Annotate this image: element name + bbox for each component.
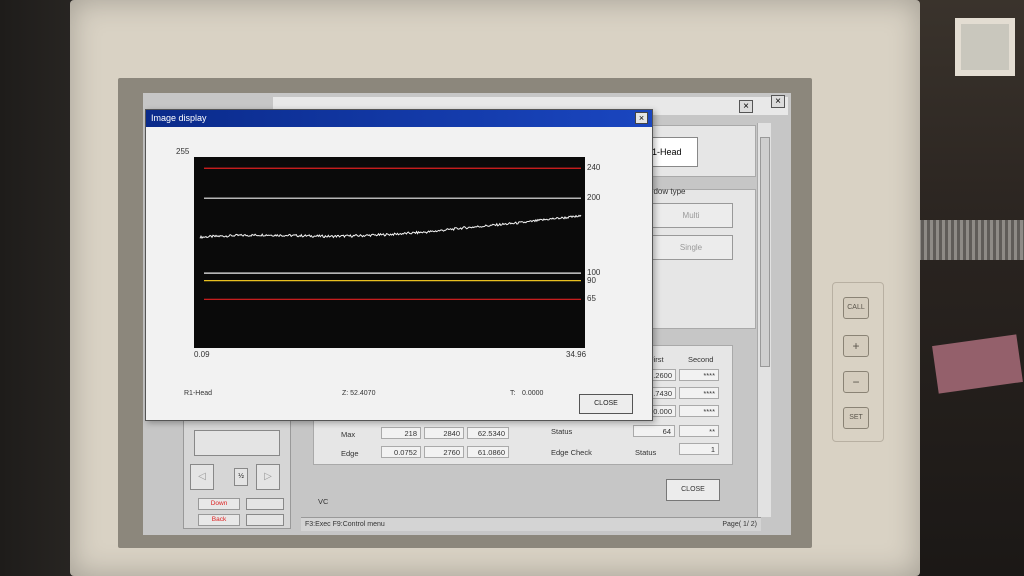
- intensity-plot: [194, 157, 585, 348]
- col-second-header: Second: [688, 355, 714, 364]
- x-min-label: 0.09: [194, 350, 210, 359]
- page-indicator: Page( 1/ 2): [722, 521, 757, 528]
- max-label: Max: [341, 430, 356, 439]
- left-control-panel: ◁ ½ ▷ Down Back: [183, 419, 291, 529]
- t-label: T:: [510, 390, 516, 397]
- prev-arrow-icon[interactable]: ◁: [190, 464, 214, 490]
- image-display-dialog: Image display × 255 0 0.09 34.96 240 200 1…: [145, 109, 653, 421]
- signal-series-line: [199, 214, 582, 240]
- status-label: Status: [551, 427, 573, 436]
- z-value: Z: 52.4070: [342, 390, 376, 397]
- single-button[interactable]: Single: [649, 235, 733, 260]
- main-close-button[interactable]: CLOSE: [666, 479, 720, 501]
- app-close-icon[interactable]: ×: [771, 95, 785, 108]
- back-button[interactable]: Back: [198, 514, 240, 526]
- head-field: 1-Head: [648, 137, 698, 167]
- status-bar: F3:Exec F9:Control menu Page( 1/ 2): [301, 517, 761, 531]
- status-val-1: 64: [633, 425, 675, 437]
- threshold-label-65: 65: [587, 294, 596, 304]
- down-button[interactable]: Down: [198, 498, 240, 510]
- status-bar-text: F3:Exec F9:Control menu: [305, 521, 385, 528]
- hardware-set-button[interactable]: SET: [843, 407, 869, 429]
- max-val-3: 62.5340: [467, 427, 509, 439]
- max-val-2: 2840: [424, 427, 464, 439]
- hardware-plus-button[interactable]: +: [843, 335, 869, 357]
- vc-label: VC: [318, 497, 329, 506]
- row1-second: ****: [679, 369, 719, 381]
- edge-val-1: 0.0752: [381, 446, 421, 458]
- next-arrow-icon[interactable]: ▷: [256, 464, 280, 490]
- status-label-2: Status: [635, 448, 657, 457]
- edge-val-2: 2760: [424, 446, 464, 458]
- multi-button[interactable]: Multi: [649, 203, 733, 228]
- edge-label: Edge: [341, 449, 359, 458]
- dialog-close-icon[interactable]: ×: [635, 112, 648, 124]
- max-val-1: 218: [381, 427, 421, 439]
- scrollbar-thumb[interactable]: [760, 137, 770, 367]
- status-val-3: 1: [679, 443, 719, 455]
- threshold-label-200: 200: [587, 193, 601, 203]
- edge-val-3: 61.0860: [467, 446, 509, 458]
- t-value: 0.0000: [522, 390, 544, 397]
- dialog-close-button[interactable]: CLOSE: [579, 394, 633, 414]
- x-max-label: 34.96: [566, 350, 587, 359]
- window-type-label: ndow type: [649, 187, 686, 196]
- blank-button-1[interactable]: [246, 498, 284, 510]
- hardware-minus-button[interactable]: −: [843, 371, 869, 393]
- page-fraction: ½: [234, 468, 248, 486]
- dialog-titlebar: Image display ×: [146, 110, 652, 127]
- execute-icon-button[interactable]: [194, 430, 280, 456]
- row2-second: ****: [679, 387, 719, 399]
- row3-second: ****: [679, 405, 719, 417]
- head-label: R1-Head: [184, 390, 213, 397]
- screen: × × 1-Head ndow type Multi Single First …: [143, 93, 791, 535]
- status-val-2: **: [679, 425, 719, 437]
- y-max-label: 255: [176, 147, 190, 156]
- hardware-button-panel: CALL + − SET: [832, 282, 884, 442]
- hardware-call-button[interactable]: CALL: [843, 297, 869, 319]
- edge-check-label: Edge Check: [551, 448, 592, 457]
- app-scrollbar[interactable]: [757, 123, 771, 517]
- threshold-label-90: 90: [587, 275, 596, 285]
- background-window: [955, 18, 1015, 76]
- inner-window-close-icon[interactable]: ×: [739, 100, 753, 113]
- threshold-label-240: 240: [587, 163, 601, 173]
- blank-button-2[interactable]: [246, 514, 284, 526]
- dialog-title: Image display: [151, 113, 207, 123]
